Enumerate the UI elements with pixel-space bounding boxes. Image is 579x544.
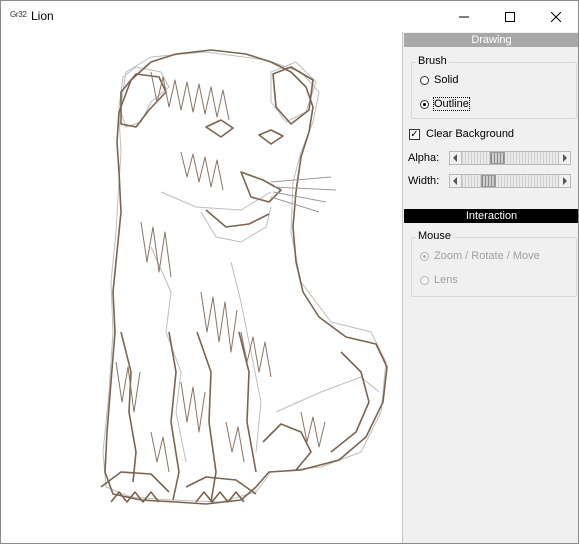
mouse-zoom-label[interactable]: Zoom / Rotate / Move bbox=[434, 250, 540, 262]
mouse-zoom-radio[interactable] bbox=[420, 252, 429, 261]
width-increase-button[interactable] bbox=[558, 175, 570, 187]
clear-background-checkbox[interactable]: ✓ bbox=[409, 129, 420, 140]
chevron-right-icon bbox=[563, 154, 567, 162]
alpha-slider-track[interactable] bbox=[462, 152, 558, 164]
brush-outline-label[interactable]: Outline bbox=[433, 97, 470, 111]
control-panel: Drawing Brush Solid Outline ✓ Clear Back… bbox=[402, 32, 578, 543]
width-label: Width: bbox=[408, 175, 440, 187]
mouse-groupbox: Mouse Zoom / Rotate / Move Lens bbox=[411, 230, 577, 297]
drawing-canvas[interactable] bbox=[1, 32, 402, 543]
width-slider-thumb[interactable] bbox=[481, 175, 496, 187]
minimize-icon bbox=[459, 16, 469, 17]
alpha-slider[interactable] bbox=[449, 151, 571, 165]
mouse-lens-label[interactable]: Lens bbox=[434, 274, 458, 286]
width-slider-track[interactable] bbox=[462, 175, 558, 187]
minimize-button[interactable] bbox=[441, 1, 487, 32]
brush-group-label: Brush bbox=[416, 55, 449, 67]
maximize-button[interactable] bbox=[487, 1, 533, 32]
width-decrease-button[interactable] bbox=[450, 175, 462, 187]
alpha-slider-thumb[interactable] bbox=[490, 152, 505, 164]
app-window: Gr32 Lion Drawing Brush Solid Outline ✓ … bbox=[0, 0, 579, 544]
chevron-left-icon bbox=[453, 154, 457, 162]
close-icon bbox=[551, 11, 561, 22]
width-slider[interactable] bbox=[449, 174, 571, 188]
lion-drawing bbox=[100, 49, 388, 505]
brush-outline-radio[interactable] bbox=[420, 100, 429, 109]
alpha-decrease-button[interactable] bbox=[450, 152, 462, 164]
brush-groupbox: Brush Solid Outline bbox=[411, 55, 577, 119]
window-title: Lion bbox=[31, 9, 54, 23]
alpha-increase-button[interactable] bbox=[558, 152, 570, 164]
alpha-label: Alpha: bbox=[408, 152, 440, 164]
chevron-right-icon bbox=[563, 177, 567, 185]
clear-background-label[interactable]: Clear Background bbox=[426, 128, 514, 140]
drawing-section-header: Drawing bbox=[404, 33, 578, 47]
app-icon: Gr32 bbox=[10, 10, 27, 19]
close-button[interactable] bbox=[533, 1, 578, 32]
maximize-icon bbox=[505, 11, 515, 22]
brush-solid-label[interactable]: Solid bbox=[434, 74, 458, 86]
interaction-section-header: Interaction bbox=[404, 209, 578, 223]
title-bar[interactable]: Gr32 Lion bbox=[1, 1, 578, 32]
chevron-left-icon bbox=[453, 177, 457, 185]
mouse-lens-radio[interactable] bbox=[420, 276, 429, 285]
brush-solid-radio[interactable] bbox=[420, 76, 429, 85]
mouse-group-label: Mouse bbox=[416, 230, 454, 242]
